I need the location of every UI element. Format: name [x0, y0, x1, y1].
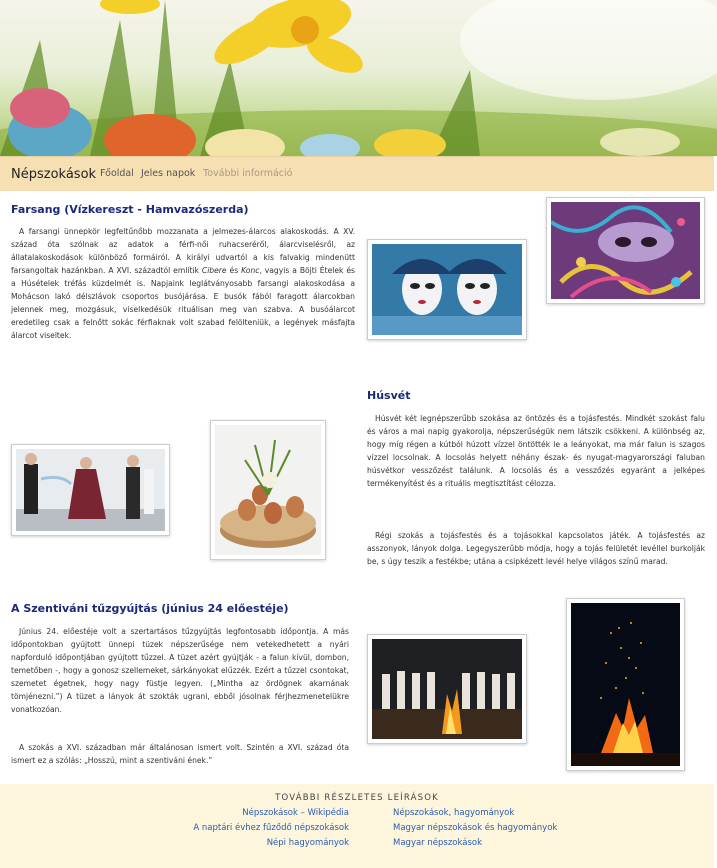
top-navbar: Népszokások Főoldal Jeles napok További …	[0, 156, 714, 191]
footer-link-calendar-customs[interactable]: A naptári évhez fűződő népszokások	[193, 823, 349, 833]
nav-link-holidays[interactable]: Jeles napok	[141, 168, 195, 179]
nav-link-home[interactable]: Főoldal	[100, 168, 134, 179]
farsang-italic-konc: Konc	[241, 266, 260, 275]
nav-link-more-info[interactable]: További információ	[203, 168, 292, 179]
bonfire-dancers-photo	[367, 634, 527, 744]
footer-link-customs-traditions[interactable]: Népszokások, hagyományok	[393, 808, 514, 818]
footer-link-hungarian-customs[interactable]: Magyar népszokások	[393, 838, 482, 848]
farsang-paragraph: A farsangi ünnepkör legfeltűnőbb mozzana…	[11, 225, 355, 342]
brand-link[interactable]: Népszokások	[11, 167, 96, 182]
easter-eggs-photo	[210, 420, 326, 560]
section-title-husvet: Húsvét	[367, 389, 411, 402]
hero-banner-image	[0, 0, 717, 156]
farsang-text-part: , vagyis a Böjti Ételek és a Húsételek t…	[11, 266, 355, 340]
carnival-masks-photo	[367, 239, 527, 340]
bonfire-sparks-photo	[566, 598, 685, 771]
section-title-farsang: Farsang (Vízkereszt - Hamvazószerda)	[11, 203, 249, 216]
footer-link-hungarian-customs-traditions[interactable]: Magyar népszokások és hagyományok	[393, 823, 557, 833]
section-title-szentivan: A Szentiváni tűzgyújtás (június 24 előes…	[11, 602, 289, 615]
husvet-paragraph-2: Régi szokás a tojásfestés és a tojásokka…	[367, 531, 705, 566]
footer-links-section: TOVÁBBI RÉSZLETES LEÍRÁSOK Népszokások –…	[0, 784, 714, 868]
easter-watering-photo	[11, 444, 170, 536]
farsang-italic-cibere: Cibere	[201, 266, 227, 275]
footer-title: TOVÁBBI RÉSZLETES LEÍRÁSOK	[275, 793, 439, 803]
farsang-text-part: és	[226, 266, 242, 275]
footer-link-folk-traditions[interactable]: Népi hagyományok	[267, 838, 349, 848]
szentivan-paragraph-1: Június 24. előestéje volt a szertartásos…	[11, 627, 349, 714]
husvet-paragraph-1: Húsvét két legnépszerűbb szokása az öntö…	[367, 414, 705, 488]
szentivan-paragraph-2: A szokás a XVI. században már általánosa…	[11, 743, 349, 765]
carnival-mask-confetti-photo	[546, 197, 705, 304]
footer-link-wikipedia[interactable]: Népszokások – Wikipédia	[242, 808, 349, 818]
